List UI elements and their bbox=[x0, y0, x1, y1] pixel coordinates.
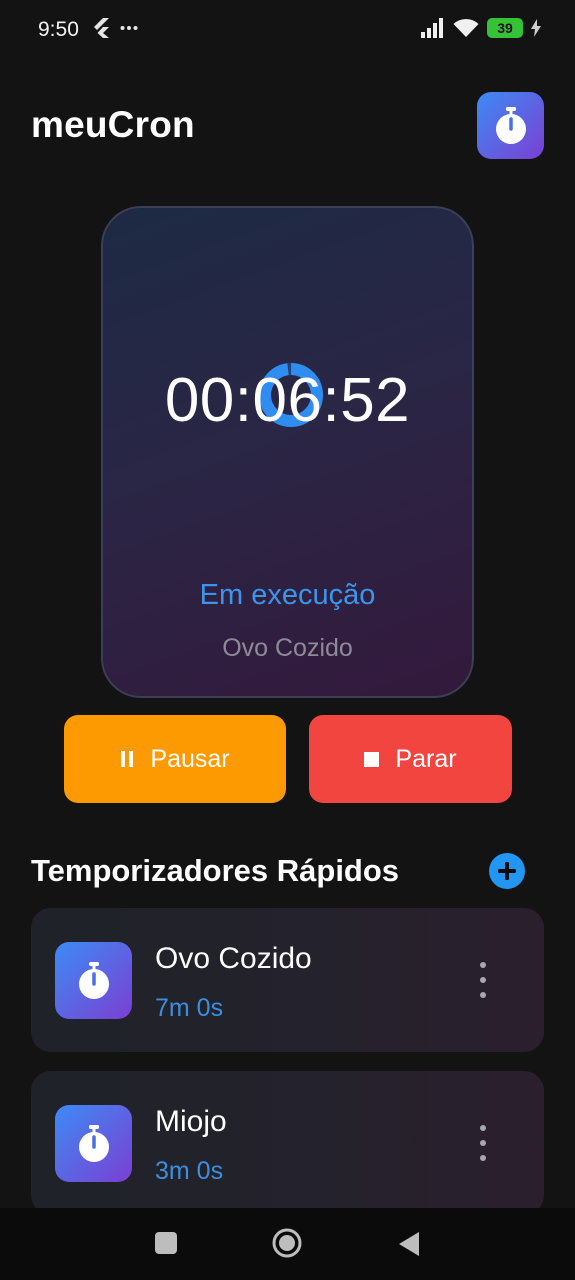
quick-timer-card[interactable]: Miojo 3m 0s bbox=[31, 1071, 544, 1215]
add-quick-timer-button[interactable] bbox=[489, 853, 525, 889]
status-bar: 9:50 39 bbox=[0, 0, 575, 62]
status-time: 9:50 bbox=[38, 18, 79, 41]
status-notification-icons bbox=[92, 18, 138, 38]
quick-timer-duration: 7m 0s bbox=[155, 994, 224, 1022]
stop-icon bbox=[364, 751, 380, 767]
stopwatch-icon bbox=[78, 1124, 109, 1162]
wifi-icon bbox=[453, 18, 479, 37]
stop-label: Parar bbox=[395, 744, 457, 773]
quick-timer-icon bbox=[55, 1105, 132, 1182]
pause-label: Pausar bbox=[150, 744, 230, 773]
timer-status: Em execução bbox=[199, 579, 376, 611]
plus-icon bbox=[498, 862, 516, 880]
app-title: meuCron bbox=[31, 104, 195, 145]
quick-timer-name: Miojo bbox=[155, 1105, 227, 1138]
quick-timers-title: Temporizadores Rápidos bbox=[31, 853, 400, 888]
app-logo-button[interactable] bbox=[477, 92, 544, 159]
quick-timer-duration: 3m 0s bbox=[155, 1157, 224, 1185]
quick-timer-card[interactable]: Ovo Cozido 7m 0s bbox=[31, 908, 544, 1052]
battery-icon: 39 bbox=[487, 18, 523, 38]
stop-button[interactable]: Parar bbox=[309, 715, 512, 803]
app-screen: 9:50 39 meuCron 00:06:52 Em execução Ovo… bbox=[0, 0, 575, 1280]
more-dots-icon bbox=[120, 26, 138, 30]
system-nav-bar bbox=[0, 1208, 575, 1280]
signal-icon bbox=[421, 18, 443, 38]
back-triangle-icon[interactable] bbox=[398, 1232, 420, 1256]
timer-name: Ovo Cozido bbox=[222, 634, 353, 662]
more-vert-icon[interactable] bbox=[471, 962, 495, 998]
home-circle-icon[interactable] bbox=[271, 1227, 303, 1259]
stopwatch-icon bbox=[78, 961, 109, 999]
pause-button[interactable]: Pausar bbox=[64, 715, 286, 803]
charging-icon bbox=[531, 19, 541, 37]
quick-timer-name: Ovo Cozido bbox=[155, 942, 312, 975]
recents-square-icon[interactable] bbox=[155, 1232, 177, 1254]
timer-card: 00:06:52 Em execução Ovo Cozido bbox=[101, 206, 474, 698]
timer-display: 00:06:52 bbox=[164, 366, 411, 435]
pause-icon bbox=[121, 751, 134, 767]
flutter-icon bbox=[94, 18, 109, 38]
quick-timer-icon bbox=[55, 942, 132, 1019]
more-vert-icon[interactable] bbox=[471, 1125, 495, 1161]
stopwatch-icon bbox=[495, 106, 526, 144]
status-system-icons: 39 bbox=[421, 18, 541, 38]
battery-level: 39 bbox=[497, 20, 513, 36]
